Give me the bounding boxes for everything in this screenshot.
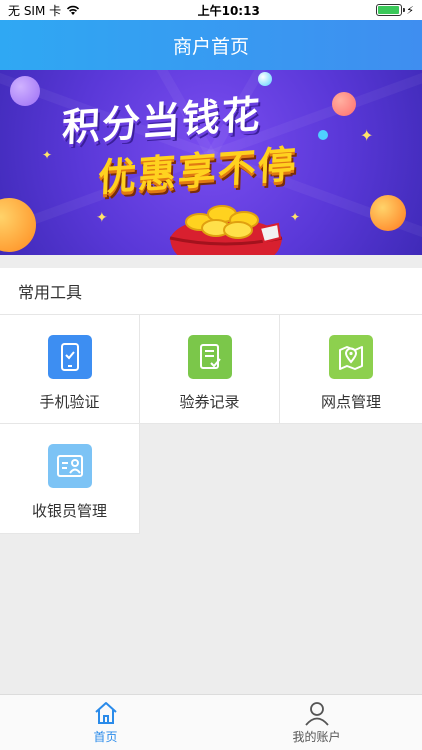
tools-grid: 手机验证 验券记录 网点管理 收银员管理 [0,314,422,534]
status-time: 上午10:13 [197,3,260,18]
map-pin-icon [329,335,373,379]
battery-icon [376,4,406,16]
carrier-label: 无 SIM 卡 [8,3,62,18]
user-icon [304,702,329,726]
sparkle-icon: ✦ [360,126,374,145]
tool-label: 手机验证 [39,393,100,411]
tab-label: 我的账户 [292,730,341,744]
decor-ball [370,195,406,231]
tool-label: 验券记录 [179,393,240,411]
money-bag-icon [169,205,283,255]
sparkle-icon: ✦ [290,210,301,224]
tool-phone-verify[interactable]: 手机验证 [0,314,140,424]
decor-ball [332,92,356,116]
promo-banner[interactable]: ✦ ✦ ✦ ✦ 积分当钱花 优惠享不停 [0,70,422,255]
tool-outlet-management[interactable]: 网点管理 [280,314,422,424]
tools-section-header: 常用工具 [0,268,422,314]
nav-bar: 商户首页 [0,20,422,70]
sparkle-icon: ✦ [96,210,108,226]
tool-label: 收银员管理 [31,502,107,520]
coupon-record-icon [187,335,232,379]
status-left: 无 SIM 卡 [8,2,81,19]
phone-verify-icon [47,335,92,379]
section-title: 常用工具 [18,283,83,302]
battery-level [378,6,400,14]
tool-cashier-management[interactable]: 收银员管理 [0,424,140,534]
cashier-id-icon [47,444,92,488]
sparkle-icon: ✦ [42,148,53,162]
status-right: ⚡ [376,4,414,17]
charging-icon: ⚡ [406,3,414,17]
page-title: 商户首页 [172,35,249,58]
tab-my-account[interactable]: 我的账户 [211,695,422,750]
tab-bar: 首页 我的账户 [0,694,422,750]
wifi-icon [67,5,80,15]
tab-label: 首页 [93,730,118,744]
tool-label: 网点管理 [320,393,381,411]
status-bar: 无 SIM 卡 上午10:13 ⚡ [0,0,422,20]
decor-ball [0,198,36,252]
tool-coupon-record[interactable]: 验券记录 [140,314,280,424]
decor-ball [10,76,40,106]
home-icon [94,702,117,724]
decor-ball [318,130,328,140]
tab-home[interactable]: 首页 [0,695,211,750]
